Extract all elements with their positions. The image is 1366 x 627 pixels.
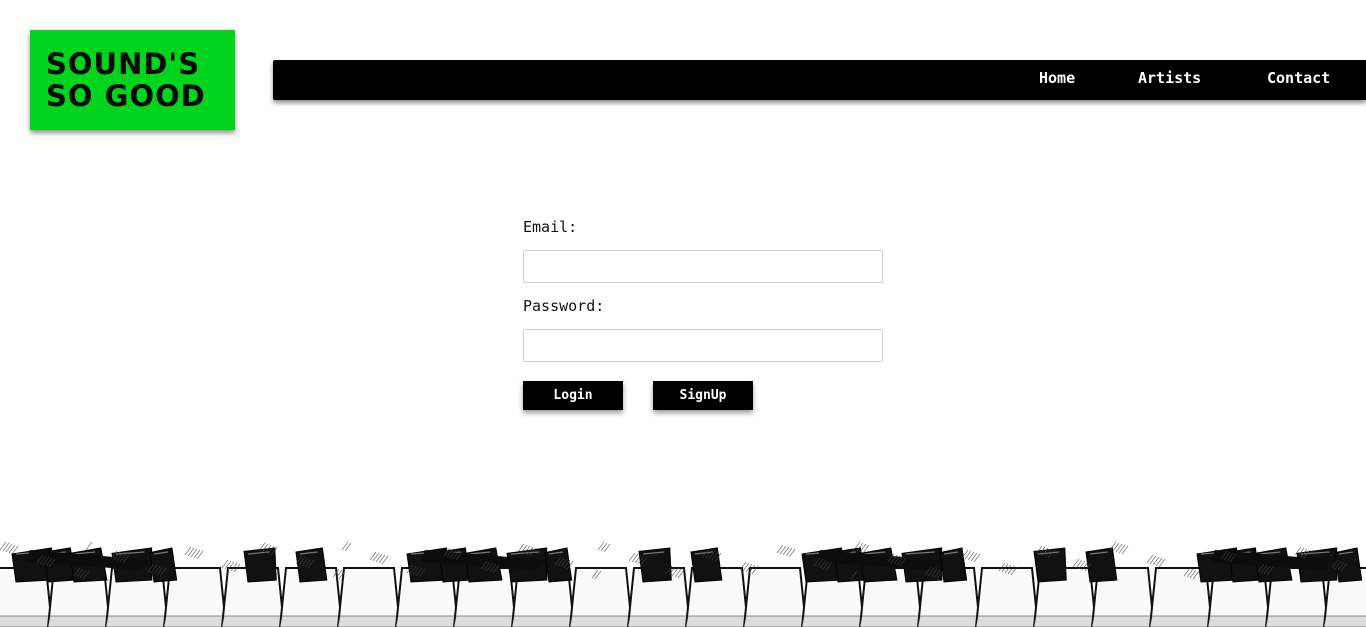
page: SOUND'S SO GOOD Home Artists Contact Ema… xyxy=(0,0,1366,627)
nav-link-artists[interactable]: Artists xyxy=(1138,60,1201,100)
piano-keys-illustration xyxy=(0,541,1366,627)
email-label: Email: xyxy=(523,218,578,236)
site-logo[interactable]: SOUND'S SO GOOD xyxy=(30,30,235,130)
nav-link-home[interactable]: Home xyxy=(1039,60,1075,100)
password-field[interactable] xyxy=(523,329,883,362)
signup-button[interactable]: SignUp xyxy=(653,381,753,410)
login-form: Email: Password: Login SignUp xyxy=(523,216,883,410)
nav-link-contact[interactable]: Contact xyxy=(1267,60,1330,100)
login-button[interactable]: Login xyxy=(523,381,623,410)
password-label: Password: xyxy=(523,297,605,315)
logo-line-2: SO GOOD xyxy=(46,79,206,113)
main-navbar: Home Artists Contact xyxy=(273,60,1366,100)
logo-line-1: SOUND'S xyxy=(46,47,201,81)
email-field[interactable] xyxy=(523,250,883,283)
